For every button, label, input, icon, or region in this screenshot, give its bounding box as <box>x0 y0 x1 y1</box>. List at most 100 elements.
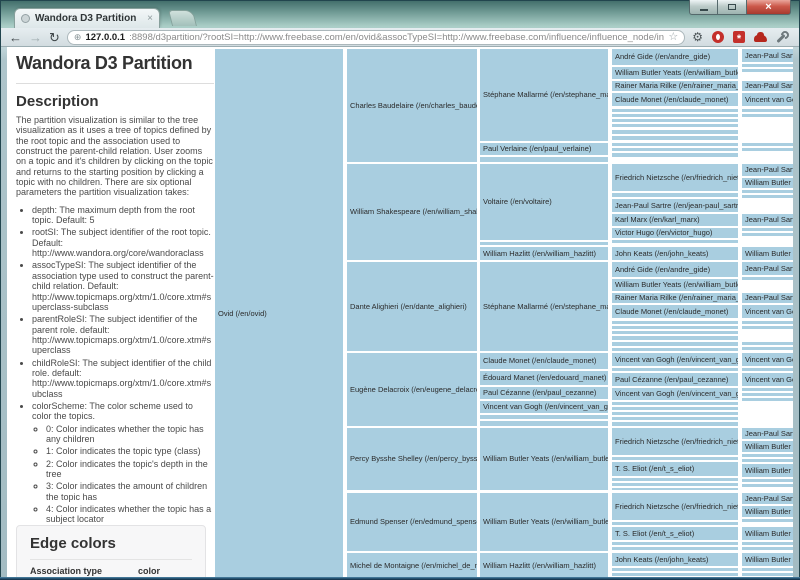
partition-cell[interactable] <box>742 64 793 67</box>
partition-cell[interactable]: Jean-Paul Sartre (/en/jean-paul_sartre) <box>742 49 793 62</box>
partition-cell[interactable]: William Butler Yeats (/en/william_butler… <box>480 493 608 551</box>
partition-cell[interactable]: Stéphane Mallarmé (/en/stephane_mallarme… <box>480 49 608 141</box>
partition-cell[interactable] <box>612 153 738 157</box>
partition-cell[interactable]: Friedrich Nietzsche (/en/friedrich_nietz… <box>612 493 738 520</box>
partition-cell[interactable] <box>742 459 793 462</box>
partition-cell[interactable]: Charles Baudelaire (/en/charles_baudelai… <box>347 49 477 162</box>
new-tab-button[interactable] <box>168 10 197 26</box>
partition-cell[interactable]: William Shakespeare (/en/william_shakesp… <box>347 164 477 260</box>
partition-cell[interactable] <box>742 484 793 487</box>
partition-cell[interactable] <box>742 342 793 345</box>
partition-cell[interactable]: Dante Alighieri (/en/dante_alighieri) <box>347 262 477 351</box>
partition-cell[interactable] <box>742 277 793 280</box>
bookmark-star-icon[interactable]: ☆ <box>668 32 678 43</box>
partition-cell[interactable] <box>742 143 793 146</box>
partition-cell[interactable] <box>612 542 738 545</box>
partition-cell[interactable]: John Keats (/en/john_keats) <box>612 247 738 260</box>
partition-cell[interactable] <box>612 321 738 324</box>
partition-cell[interactable] <box>612 119 738 122</box>
partition-cell[interactable]: William Hazlitt (/en/william_hazlitt) <box>480 247 608 260</box>
partition-cell[interactable]: André Gide (/en/andre_gide) <box>612 49 738 65</box>
partition-cell[interactable]: Paul Verlaine (/en/paul_verlaine) <box>480 143 608 155</box>
partition-cell[interactable] <box>612 368 738 371</box>
partition-cell[interactable] <box>742 195 793 198</box>
partition-cell[interactable]: Friedrich Nietzsche (/en/friedrich_nietz… <box>612 164 738 191</box>
back-icon[interactable]: ← <box>9 31 22 44</box>
partition-cell[interactable] <box>612 483 738 486</box>
partition-cell[interactable] <box>612 331 738 334</box>
partition-cell[interactable] <box>612 193 738 197</box>
partition-cell[interactable]: Jean-Paul Sartre (/en/jean-paul_sartre) <box>612 199 738 212</box>
red-asterisk-extension-icon[interactable]: * <box>733 31 745 43</box>
partition-cell[interactable]: Jean-Paul Sartre (/en/jean-paul_sartre) <box>742 214 793 226</box>
partition-cell[interactable]: Vincent van Gogh (/en/vincent_van_gogh) <box>742 373 793 386</box>
partition-cell[interactable] <box>612 522 738 525</box>
partition-cell[interactable] <box>612 568 738 571</box>
partition-cell[interactable] <box>742 326 793 329</box>
partition-cell[interactable]: Jean-Paul Sartre (/en/jean-paul_sartre) <box>742 493 793 504</box>
close-button[interactable]: × <box>746 0 791 15</box>
partition-cell[interactable]: Claude Monet (/en/claude_monet) <box>612 93 738 106</box>
partition-cell[interactable] <box>742 573 793 576</box>
partition-cell[interactable]: Karl Marx (/en/karl_marx) <box>612 214 738 226</box>
partition-cell[interactable] <box>612 336 738 340</box>
partition-cell[interactable]: William Butler Yeats (/en/william_butler… <box>742 441 793 452</box>
partition-cell[interactable] <box>742 368 793 371</box>
partition-cell[interactable]: André Gide (/en/andre_gide) <box>612 262 738 277</box>
partition-cell[interactable]: Vincent van Gogh (/en/vincent_van_gogh) <box>742 353 793 366</box>
partition-cell[interactable]: Michel de Montaigne (/en/michel_de_monta… <box>347 553 477 577</box>
partition-cell[interactable] <box>742 190 793 193</box>
partition-cell[interactable]: Rainer Maria Rilke (/en/rainer_maria_ril… <box>612 81 738 91</box>
partition-cell[interactable] <box>742 228 793 231</box>
partition-cell[interactable] <box>480 242 608 245</box>
partition-cell[interactable]: John Keats (/en/john_keats) <box>612 553 738 566</box>
partition-cell[interactable]: William Butler Yeats (/en/william_butler… <box>742 506 793 517</box>
partition-cell[interactable]: Ovid (/en/ovid) <box>215 49 343 577</box>
partition-cell[interactable]: Vincent van Gogh (/en/vincent_van_gogh) <box>742 305 793 318</box>
minimize-button[interactable] <box>689 0 718 15</box>
partition-cell[interactable] <box>742 547 793 550</box>
partition-cell[interactable]: William Butler Yeats (/en/william_butler… <box>612 279 738 291</box>
partition-cell[interactable] <box>742 388 793 391</box>
partition-cell[interactable] <box>742 233 793 236</box>
partition-cell[interactable] <box>742 321 793 324</box>
partition-cell[interactable] <box>612 412 738 415</box>
partition-cell[interactable]: Percy Bysshe Shelley (/en/percy_bysshe_s… <box>347 428 477 490</box>
partition-cell[interactable] <box>612 417 738 420</box>
partition-cell[interactable]: William Butler Yeats (/en/william_butler… <box>742 464 793 477</box>
partition-cell[interactable]: William Butler Yeats (/en/william_butler… <box>612 67 738 79</box>
partition-cell[interactable] <box>612 114 738 117</box>
partition-cell[interactable]: Friedrich Nietzsche (/en/friedrich_nietz… <box>612 428 738 455</box>
tab-close-icon[interactable]: × <box>147 14 153 24</box>
partition-cell[interactable]: Jean-Paul Sartre (/en/jean-paul_sartre) <box>742 428 793 439</box>
partition-cell[interactable]: Vincent van Gogh (/en/vincent_van_gogh) <box>612 388 738 400</box>
partition-cell[interactable]: Rainer Maria Rilke (/en/rainer_maria_ril… <box>612 293 738 303</box>
partition-cell[interactable] <box>612 143 738 146</box>
partition-cell[interactable]: Paul Cézanne (/en/paul_cezanne) <box>480 387 608 399</box>
red-circle-extension-icon[interactable] <box>712 31 724 43</box>
partition-cell[interactable]: T. S. Eliot (/en/t_s_eliot) <box>612 527 738 540</box>
partition-cell[interactable] <box>612 148 738 151</box>
partition-cell[interactable]: Jean-Paul Sartre (/en/jean-paul_sartre) <box>742 293 793 303</box>
partition-cell[interactable] <box>742 148 793 151</box>
partition-cell[interactable] <box>742 398 793 401</box>
partition-cell[interactable]: Jean-Paul Sartre (/en/jean-paul_sartre) <box>742 262 793 275</box>
partition-cell[interactable]: Jean-Paul Sartre (/en/jean-paul_sartre) <box>742 81 793 91</box>
partition-cell[interactable] <box>480 157 608 162</box>
address-bar[interactable]: ⊕ 127.0.0.1 :8898/d3partition/?rootSI=ht… <box>67 30 685 45</box>
partition-cell[interactable] <box>612 109 738 112</box>
partition-cell[interactable] <box>742 568 793 571</box>
partition-cell[interactable]: William Butler Yeats (/en/william_butler… <box>480 428 608 490</box>
partition-cell[interactable] <box>742 69 793 72</box>
partition-cell[interactable] <box>612 457 738 460</box>
partition-cell[interactable] <box>612 326 738 329</box>
partition-cell[interactable]: Vincent van Gogh (/en/vincent_van_gogh) <box>742 93 793 106</box>
partition-cell[interactable]: Victor Hugo (/en/victor_hugo) <box>612 228 738 238</box>
partition-cell[interactable]: T. S. Eliot (/en/t_s_eliot) <box>612 462 738 476</box>
partition-cell[interactable] <box>612 348 738 351</box>
partition-cell[interactable]: William Butler Yeats (/en/william_butler… <box>742 247 793 260</box>
partition-cell[interactable] <box>742 542 793 545</box>
wrench-icon[interactable] <box>776 31 789 44</box>
partition-cell[interactable]: William Butler Yeats (/en/william_butler… <box>742 178 793 188</box>
partition-cell[interactable]: Claude Monet (/en/claude_monet) <box>612 305 738 318</box>
